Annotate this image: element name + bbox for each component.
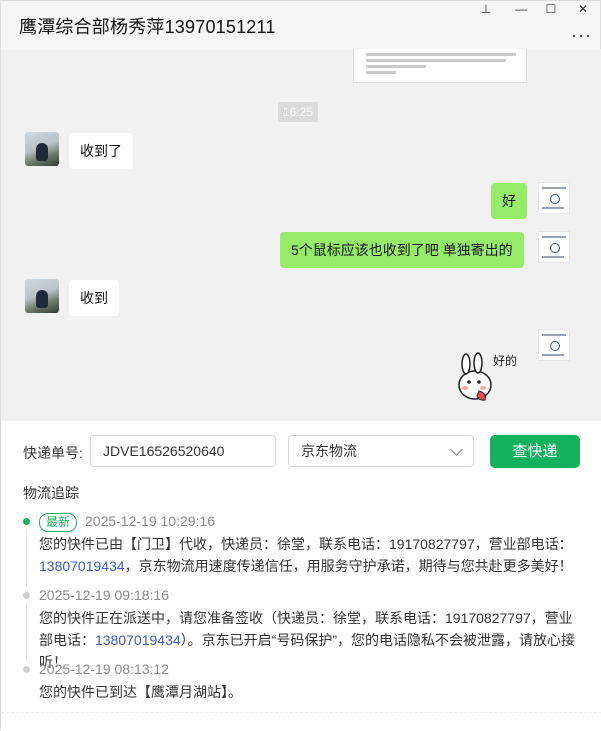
tracking-section-title: 物流追踪 <box>23 485 79 501</box>
message-bubble-received[interactable]: 收到了 <box>69 133 133 169</box>
timeline-dot <box>23 592 30 599</box>
chevron-down-icon <box>450 443 463 456</box>
timeline-dot-latest <box>23 518 30 525</box>
event-description: 您的快件已到达【鹰潭月湖站】。 <box>39 684 242 700</box>
more-options-icon[interactable]: ··· <box>571 25 592 46</box>
event-description: 您的快件已由【门卫】代收，快递员：徐堂，联系电话：19170827797，营业部… <box>39 536 573 574</box>
self-avatar[interactable] <box>538 231 570 263</box>
latest-badge: 最新 <box>39 513 78 532</box>
chat-window: 鹰潭综合部杨秀萍13970151211 ⊥ — ☐ ✕ ··· 16:25 收到… <box>0 0 601 731</box>
timeline-dot <box>23 666 30 673</box>
phone-link[interactable]: 13807019434 <box>39 558 125 574</box>
maximize-icon[interactable]: ☐ <box>536 1 566 21</box>
phone-link[interactable]: 13807019434 <box>95 632 181 648</box>
event-time: 2025-12-19 08:13:12 <box>39 661 169 677</box>
carrier-selected-value: 京东物流 <box>301 443 357 459</box>
message-bubble-sent[interactable]: 好 <box>491 183 527 219</box>
shared-document-card[interactable] <box>353 49 527 83</box>
close-icon[interactable]: ✕ <box>568 1 598 21</box>
self-avatar[interactable] <box>538 182 570 214</box>
query-express-button[interactable]: 查快递 <box>490 435 580 468</box>
title-bar: 鹰潭综合部杨秀萍13970151211 ⊥ — ☐ ✕ ··· <box>1 1 601 49</box>
sticker-ok-bunny[interactable]: 好的 <box>453 351 523 403</box>
contact-avatar[interactable] <box>25 279 59 313</box>
tracking-number-input[interactable]: JDVE16526520640 <box>90 435 276 467</box>
event-time: 2025-12-19 09:18:16 <box>39 587 169 603</box>
express-tracking-panel: 快递单号: JDVE16526520640 京东物流 查快递 物流追踪 最新 2… <box>1 421 601 731</box>
chat-history[interactable]: 16:25 收到了 好 5个鼠标应该也收到了吧 单独寄出的 收到 好的 <box>1 49 601 421</box>
message-time-chip: 16:25 <box>278 102 318 122</box>
self-avatar[interactable] <box>538 329 570 361</box>
contact-avatar[interactable] <box>25 132 59 166</box>
sticker-text: 好的 <box>493 353 517 368</box>
tracking-number-label: 快递单号: <box>23 445 83 461</box>
event-time: 2025-12-19 10:29:16 <box>85 513 215 529</box>
message-bubble-sent[interactable]: 5个鼠标应该也收到了吧 单独寄出的 <box>280 232 524 268</box>
panel-bottom-edge <box>1 712 601 731</box>
window-title: 鹰潭综合部杨秀萍13970151211 <box>19 17 276 37</box>
pin-icon[interactable]: ⊥ <box>471 1 501 21</box>
message-bubble-received[interactable]: 收到 <box>69 280 119 316</box>
minimize-icon[interactable]: — <box>506 1 536 21</box>
carrier-select[interactable]: 京东物流 <box>288 435 474 467</box>
